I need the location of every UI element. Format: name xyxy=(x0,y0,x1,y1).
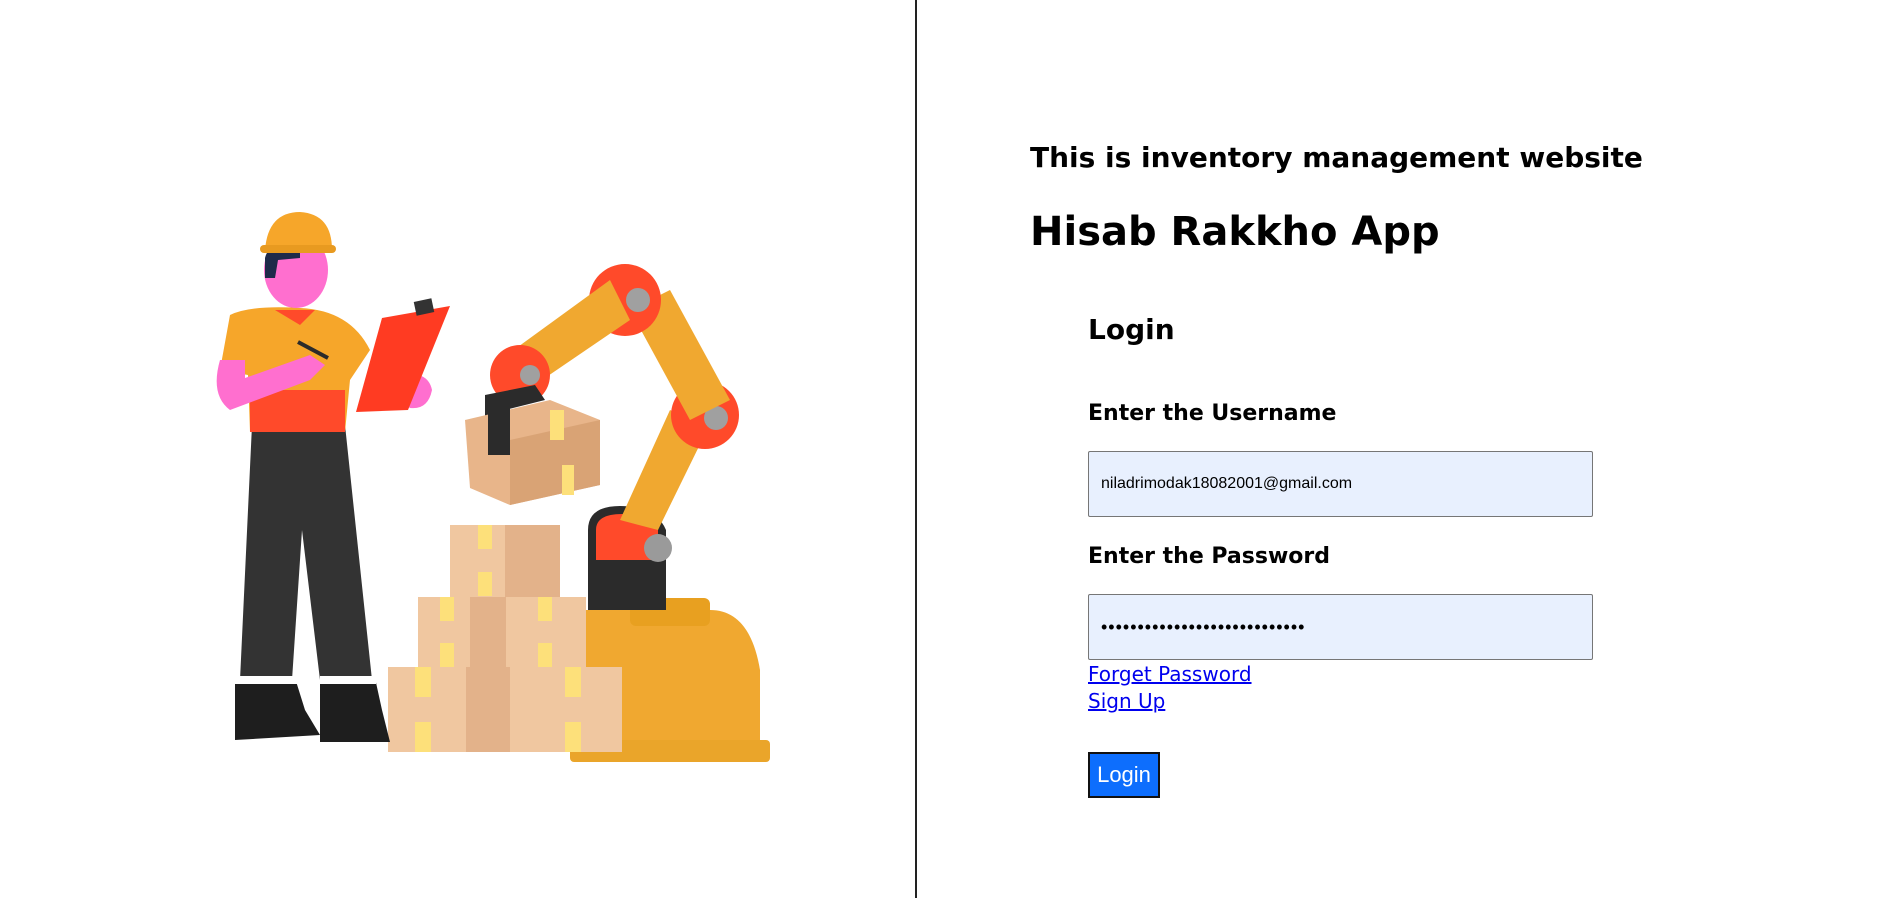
hardhat xyxy=(265,212,332,250)
box-bottom-tape-2 xyxy=(565,667,581,697)
username-input[interactable] xyxy=(1088,451,1593,517)
box-top-tape xyxy=(478,525,492,549)
login-pane: This is inventory management website His… xyxy=(917,0,1899,898)
password-input[interactable] xyxy=(1088,594,1593,660)
box-mid-tape-2 xyxy=(538,597,552,621)
held-box-tape xyxy=(550,410,564,440)
username-label: Enter the Username xyxy=(1088,401,1337,426)
clipboard xyxy=(356,306,450,412)
sign-up-link[interactable]: Sign Up xyxy=(1088,689,1165,713)
box-bottom-tape-4 xyxy=(565,722,581,752)
illustration-pane xyxy=(0,0,915,898)
login-button[interactable]: Login xyxy=(1088,752,1160,798)
login-heading: Login xyxy=(1088,313,1175,346)
box-bottom-tape-3 xyxy=(415,722,431,752)
warehouse-worker-robot-arm-illustration xyxy=(216,212,770,762)
worker-sock-right xyxy=(320,676,376,684)
worker-sock-left xyxy=(235,676,297,684)
login-page: This is inventory management website His… xyxy=(0,0,1899,898)
box-top-tape-2 xyxy=(478,572,492,596)
worker-pants xyxy=(240,425,372,680)
held-box-tape-2 xyxy=(562,465,574,495)
box-bottom-tape xyxy=(415,667,431,697)
box-mid-tape xyxy=(440,597,454,621)
hardhat-brim xyxy=(260,245,336,253)
box-mid-tape-3 xyxy=(440,643,454,667)
robot-gripper-finger xyxy=(488,395,510,455)
box-mid-shade xyxy=(470,597,506,667)
forget-password-link[interactable]: Forget Password xyxy=(1088,662,1252,686)
box-top-shade xyxy=(505,525,560,597)
password-label: Enter the Password xyxy=(1088,544,1330,569)
box-mid-tape-4 xyxy=(538,643,552,667)
box-bottom-shade xyxy=(466,667,510,752)
worker-shoe-right xyxy=(320,678,390,742)
worker-shoe-left xyxy=(235,678,320,740)
app-title: Hisab Rakkho App xyxy=(1030,209,1440,255)
robot-wrist-bolt xyxy=(520,365,540,385)
site-tagline: This is inventory management website xyxy=(1030,141,1643,174)
robot-shoulder-bolt xyxy=(626,288,650,312)
robot-joint-bolt xyxy=(644,534,672,562)
